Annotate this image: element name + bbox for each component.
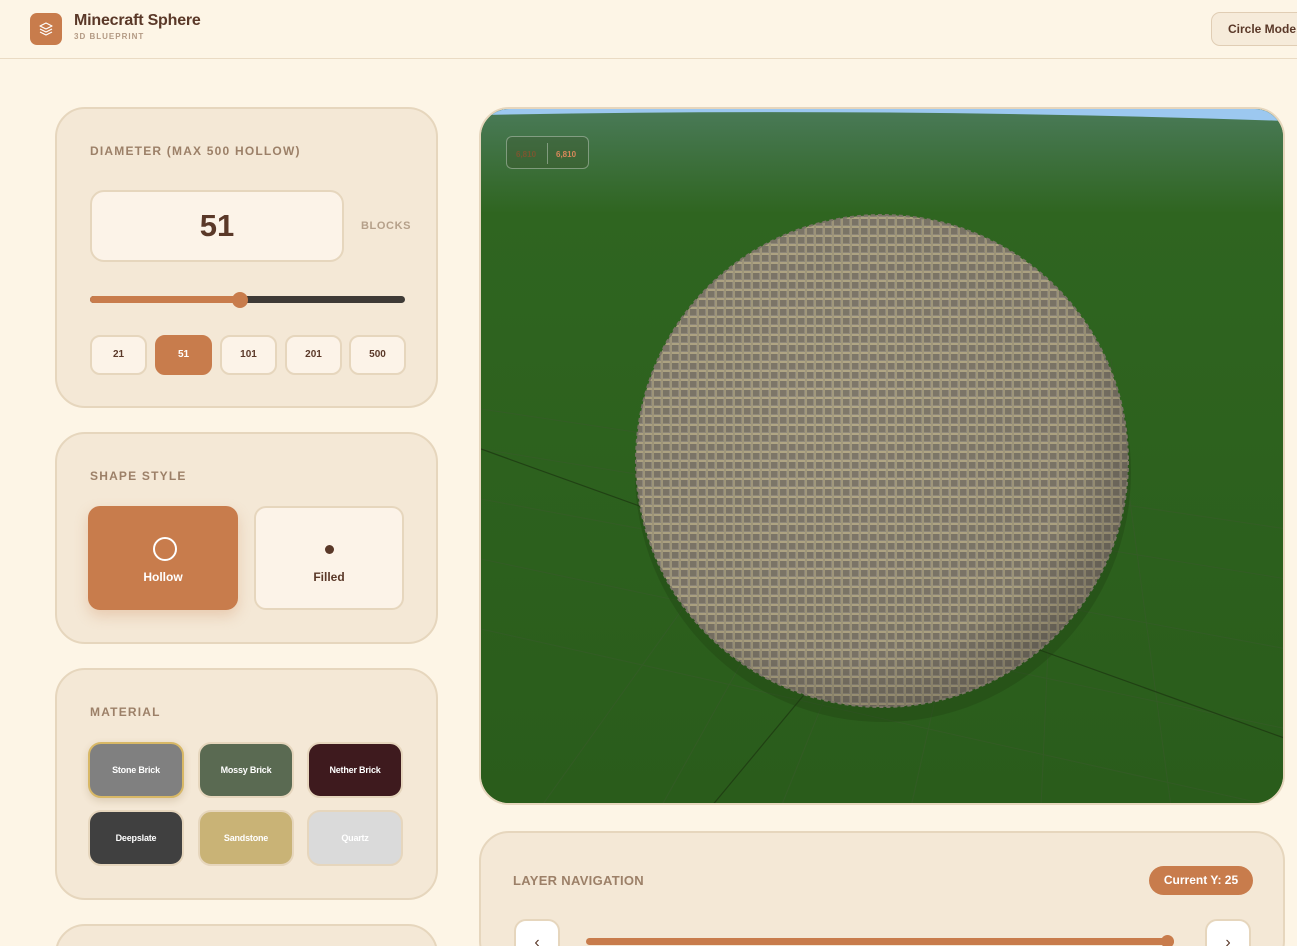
current-layer-badge: Current Y: 25 (1149, 866, 1253, 895)
app-title: Minecraft Sphere (74, 12, 201, 29)
diameter-input[interactable]: 51 (90, 190, 344, 262)
block-count-divider (547, 143, 548, 164)
layer-navigation-card: LAYER NAVIGATION Current Y: 25 ‹ › (479, 831, 1285, 946)
preset-51-button[interactable]: 51 (155, 335, 212, 375)
filled-button[interactable]: Filled (254, 506, 404, 610)
sphere-render (481, 109, 1283, 803)
preset-500-button[interactable]: 500 (349, 335, 406, 375)
diameter-card: DIAMETER (MAX 500 HOLLOW) 51 BLOCKS 21 5… (55, 107, 438, 408)
layers-icon (30, 13, 62, 45)
diameter-slider-fill (90, 296, 240, 303)
diameter-slider-thumb[interactable] (232, 292, 248, 308)
shape-style-label: SHAPE STYLE (90, 469, 187, 483)
diameter-slider[interactable] (90, 292, 405, 308)
chevron-right-icon: › (1225, 934, 1231, 946)
prev-layer-button[interactable]: ‹ (514, 919, 560, 946)
block-count-display: 6,810 6,810 (506, 136, 589, 169)
material-sandstone-button[interactable]: Sandstone (198, 810, 294, 866)
app-subtitle: 3D BLUEPRINT (74, 32, 145, 41)
hollow-circle-icon (153, 537, 177, 561)
material-quartz-button[interactable]: Quartz (307, 810, 403, 866)
material-label: MATERIAL (90, 705, 161, 719)
3d-viewport[interactable]: 6,810 6,810 (479, 107, 1285, 805)
diameter-label: DIAMETER (MAX 500 HOLLOW) (90, 144, 301, 158)
material-stone-brick-button[interactable]: Stone Brick (88, 742, 184, 798)
material-card: MATERIAL Stone Brick Mossy Brick Nether … (55, 668, 438, 900)
material-mossy-brick-button[interactable]: Mossy Brick (198, 742, 294, 798)
material-nether-brick-button[interactable]: Nether Brick (307, 742, 403, 798)
preset-101-button[interactable]: 101 (220, 335, 277, 375)
blocks-unit-label: BLOCKS (361, 220, 412, 232)
material-deepslate-button[interactable]: Deepslate (88, 810, 184, 866)
block-count-a: 6,810 (516, 150, 537, 159)
filled-dot-icon (325, 545, 334, 554)
hollow-button[interactable]: Hollow (88, 506, 238, 610)
layer-navigation-title: LAYER NAVIGATION (513, 873, 644, 888)
layer-slider[interactable] (586, 935, 1174, 946)
filled-label: Filled (313, 570, 345, 584)
block-count-b: 6,810 (556, 150, 577, 159)
next-card (55, 924, 438, 946)
preset-21-button[interactable]: 21 (90, 335, 147, 375)
preset-201-button[interactable]: 201 (285, 335, 342, 375)
circle-mode-button[interactable]: Circle Mode (1211, 12, 1297, 46)
next-layer-button[interactable]: › (1205, 919, 1251, 946)
chevron-left-icon: ‹ (534, 934, 540, 946)
shape-style-card: SHAPE STYLE Hollow Filled (55, 432, 438, 644)
hollow-label: Hollow (143, 570, 183, 584)
layer-slider-thumb[interactable] (1161, 935, 1174, 946)
app-header: Minecraft Sphere 3D BLUEPRINT Circle Mod… (0, 0, 1297, 59)
